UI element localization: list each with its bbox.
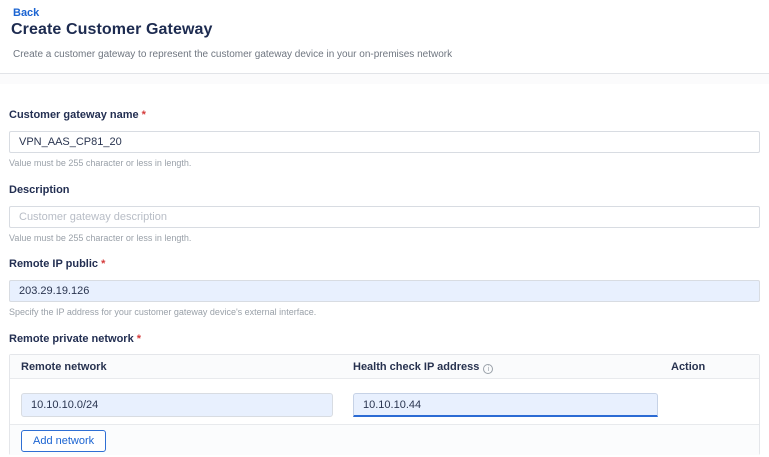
description-helper: Value must be 255 character or less in l… [9,233,191,243]
remote-ip-public-label-text: Remote IP public [9,258,98,270]
remote-ip-public-helper: Specify the IP address for your customer… [9,307,316,317]
required-asterisk: * [137,333,141,345]
header-divider [0,73,769,74]
page-subtitle: Create a customer gateway to represent t… [13,49,452,60]
customer-gateway-name-helper: Value must be 255 character or less in l… [9,158,191,168]
required-asterisk: * [142,109,146,121]
remote-ip-public-input[interactable] [9,280,760,302]
remote-network-input[interactable] [21,393,333,417]
table-footer: Add network [10,424,759,455]
page-title: Create Customer Gateway [11,21,213,39]
create-customer-gateway-page: Back Create Customer Gateway Create a cu… [0,0,769,457]
health-check-column-header: Health check IP address i [353,361,493,374]
customer-gateway-name-input[interactable] [9,131,760,153]
info-icon[interactable]: i [483,364,493,374]
table-header-row: Remote network Health check IP addressi … [10,355,759,379]
remote-network-column-header: Remote network [21,361,107,373]
customer-gateway-name-label: Customer gateway name * [9,109,146,121]
description-label-text: Description [9,184,70,196]
remote-private-network-label-text: Remote private network [9,333,134,345]
remote-private-network-table: Remote network Health check IP addressi … [9,354,760,455]
health-check-column-header-text: Health check IP address [353,361,479,373]
action-column-header: Action [671,361,705,373]
table-row [10,379,759,424]
description-label: Description [9,184,70,196]
description-input[interactable] [9,206,760,228]
required-asterisk: * [101,258,105,270]
add-network-button[interactable]: Add network [21,430,106,452]
customer-gateway-name-label-text: Customer gateway name [9,109,139,121]
header-band [0,74,769,84]
health-check-ip-input[interactable] [353,393,658,417]
remote-ip-public-label: Remote IP public * [9,258,105,270]
remote-private-network-label: Remote private network * [9,333,141,345]
back-link[interactable]: Back [13,7,39,19]
